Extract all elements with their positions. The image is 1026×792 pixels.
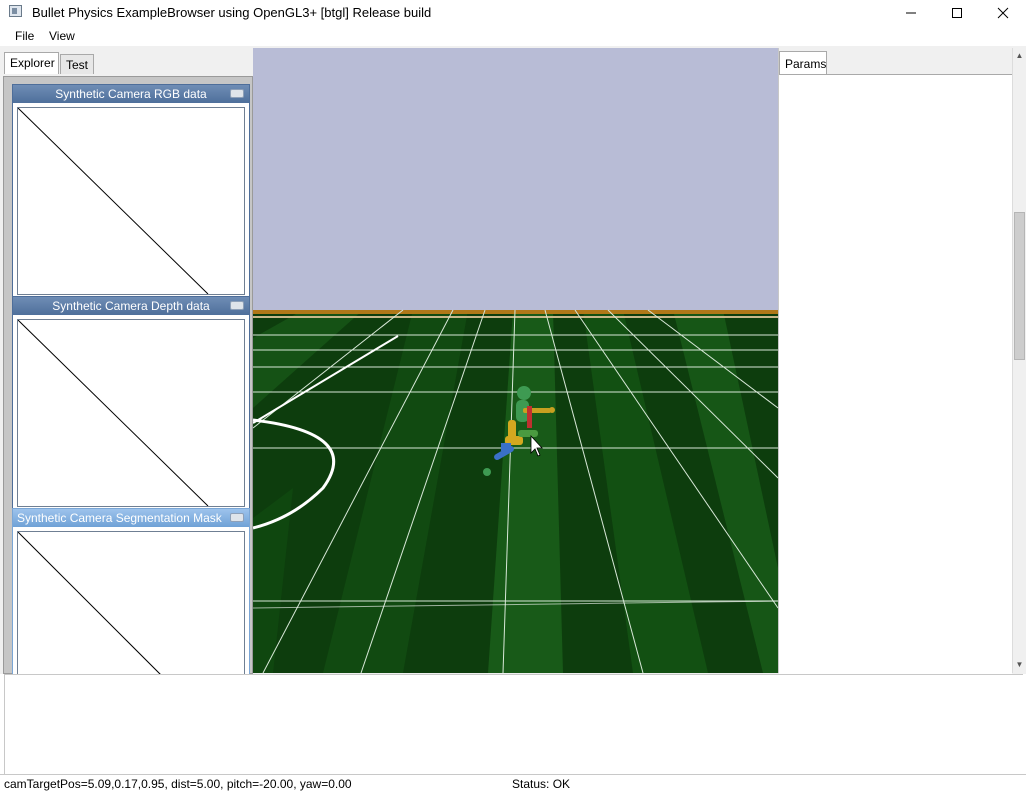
depth-camera-title[interactable]: Synthetic Camera Depth data xyxy=(13,297,249,315)
tab-params[interactable]: Params xyxy=(779,51,827,75)
camera-status: camTargetPos=5.09,0.17,0.95, dist=5.00, … xyxy=(4,777,352,791)
scene-render xyxy=(253,48,778,673)
scroll-thumb[interactable] xyxy=(1014,212,1025,360)
window-title: Bullet Physics ExampleBrowser using Open… xyxy=(32,5,432,20)
minimize-window-button[interactable] xyxy=(230,89,244,98)
app-icon xyxy=(9,5,22,17)
params-content xyxy=(779,74,1012,674)
simulation-viewport[interactable] xyxy=(253,48,778,673)
scroll-up-icon[interactable]: ▲ xyxy=(1014,50,1025,61)
maximize-button[interactable] xyxy=(934,0,980,26)
menu-bar: File View xyxy=(0,26,1026,46)
menu-view[interactable]: View xyxy=(49,29,75,43)
minimize-icon xyxy=(906,12,916,14)
minimize-button[interactable] xyxy=(888,0,934,26)
scroll-down-icon[interactable]: ▼ xyxy=(1014,659,1025,670)
segmentation-camera-title[interactable]: Synthetic Camera Segmentation Mask xyxy=(13,509,249,527)
rgb-camera-image xyxy=(17,107,245,295)
close-button[interactable] xyxy=(980,0,1026,26)
rgb-camera-window[interactable]: Synthetic Camera RGB data xyxy=(12,84,250,298)
close-icon xyxy=(997,7,1009,19)
tab-test[interactable]: Test xyxy=(60,54,94,74)
maximize-icon xyxy=(952,8,962,18)
depth-camera-window[interactable]: Synthetic Camera Depth data xyxy=(12,296,250,510)
menu-file[interactable]: File xyxy=(15,29,34,43)
rgb-camera-title[interactable]: Synthetic Camera RGB data xyxy=(13,85,249,103)
title-bar: Bullet Physics ExampleBrowser using Open… xyxy=(0,0,1026,26)
tab-explorer[interactable]: Explorer xyxy=(4,52,59,74)
params-panel: Params xyxy=(778,48,1012,674)
status-bar: camTargetPos=5.09,0.17,0.95, dist=5.00, … xyxy=(0,774,1026,792)
status-ok: Status: OK xyxy=(512,777,571,791)
params-scrollbar[interactable]: ▲ ▼ xyxy=(1012,48,1026,673)
minimize-window-button[interactable] xyxy=(230,513,244,522)
depth-camera-image xyxy=(17,319,245,507)
minimize-window-button[interactable] xyxy=(230,301,244,310)
console-area xyxy=(4,674,1023,774)
